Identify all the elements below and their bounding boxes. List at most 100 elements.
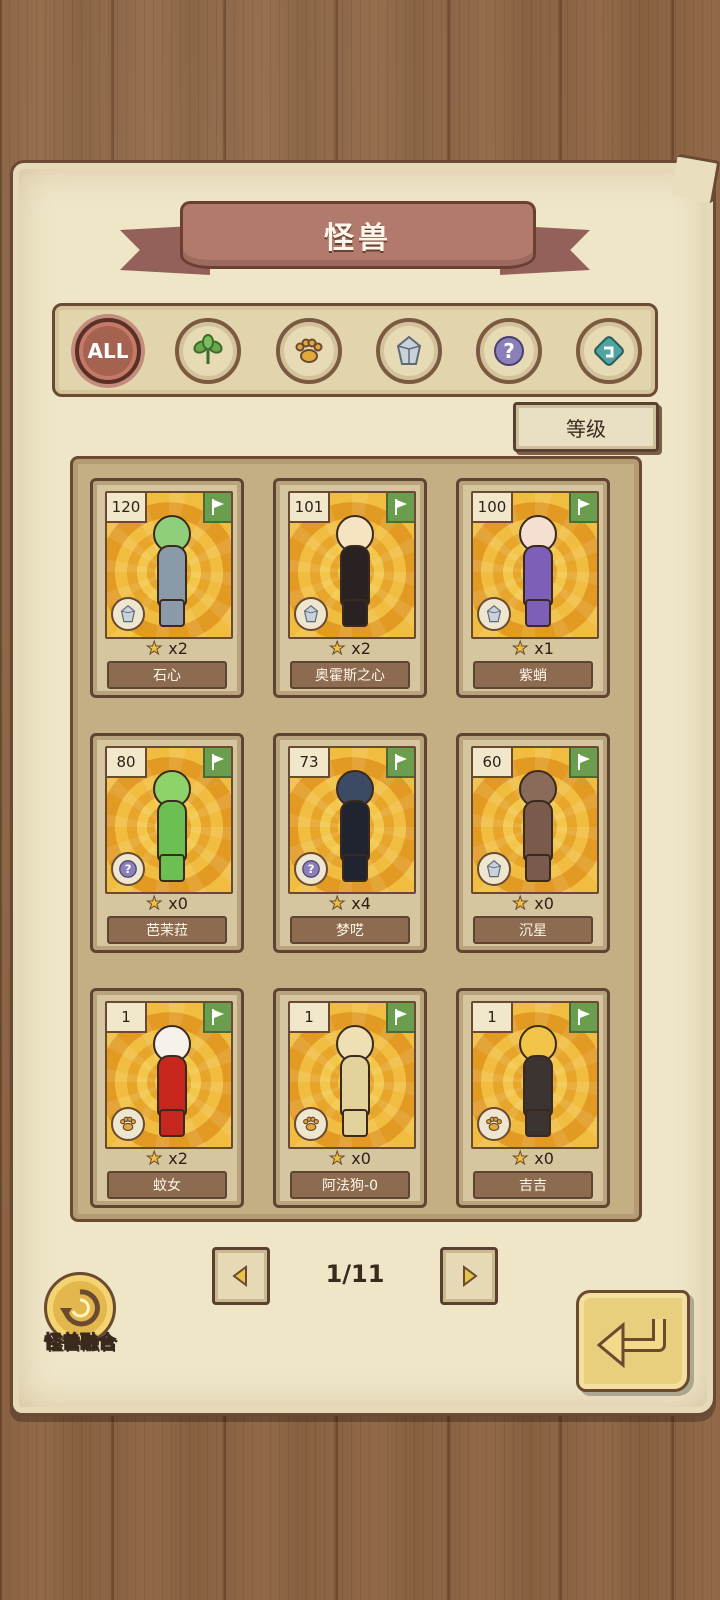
portrait-legs: [342, 599, 368, 627]
card-level: 101: [290, 493, 330, 523]
monster-card[interactable]: 1 ★ x0 阿法狗-0: [273, 988, 427, 1208]
portrait-legs: [159, 1109, 185, 1137]
monster-card[interactable]: 100 ★ x1 紫蛸: [456, 478, 610, 698]
card-art: 120: [105, 491, 233, 639]
arrow-left-icon: [232, 1265, 247, 1287]
filter-all-button[interactable]: ALL: [75, 318, 141, 384]
ribbon-banner: 怪兽: [180, 201, 536, 269]
card-count: x0: [351, 1148, 371, 1168]
monster-card[interactable]: 101 ★ x2 奥霍斯之心: [273, 478, 427, 698]
card-level: 80: [107, 748, 147, 778]
card-name: 奥霍斯之心: [290, 661, 410, 689]
question-icon: ?: [111, 852, 145, 886]
star-icon: ★: [512, 637, 529, 659]
paw-icon: [295, 338, 323, 363]
back-button[interactable]: [576, 1290, 690, 1392]
filter-unknown-button[interactable]: ?: [476, 318, 542, 384]
question-icon: ?: [494, 336, 524, 366]
card-name: 蚊女: [107, 1171, 227, 1199]
svg-text:?: ?: [308, 862, 315, 876]
filter-mech-button[interactable]: [576, 318, 642, 384]
flag-icon: [386, 493, 414, 523]
crystal-icon: [294, 597, 328, 631]
monster-portrait: [320, 515, 384, 627]
monster-portrait: [503, 515, 567, 627]
crystal-icon: [477, 597, 511, 631]
portrait-body: [523, 1055, 553, 1117]
portrait-body: [523, 545, 553, 607]
monster-portrait: [320, 1025, 384, 1137]
monster-card[interactable]: 73? ★ x4 梦呓: [273, 733, 427, 953]
filter-bar: ALL ?: [52, 303, 658, 397]
flag-icon: [569, 493, 597, 523]
card-stars: ★ x1: [459, 637, 607, 659]
monster-card[interactable]: 1 ★ x0 吉吉: [456, 988, 610, 1208]
card-stars: ★ x0: [276, 1147, 424, 1169]
star-icon: ★: [146, 637, 163, 659]
card-count: x2: [168, 1148, 188, 1168]
page-indicator: 1/11: [325, 1260, 385, 1288]
star-icon: ★: [512, 892, 529, 914]
card-art: 1: [105, 1001, 233, 1149]
monster-card[interactable]: 120 ★ x2 石心: [90, 478, 244, 698]
portrait-legs: [159, 599, 185, 627]
card-name: 吉吉: [473, 1171, 593, 1199]
card-level: 1: [473, 1003, 513, 1033]
sort-level-button[interactable]: 等级: [513, 402, 659, 452]
monster-card[interactable]: 80? ★ x0 芭茉菈: [90, 733, 244, 953]
title-ribbon: 怪兽: [120, 195, 590, 285]
card-name: 石心: [107, 661, 227, 689]
card-art: 1: [288, 1001, 416, 1149]
card-level: 1: [107, 1003, 147, 1033]
svg-text:?: ?: [125, 862, 132, 876]
monster-fusion-button[interactable]: 怪兽融合: [34, 1272, 126, 1356]
portrait-legs: [525, 1109, 551, 1137]
monster-card[interactable]: 60 ★ x0 沉星: [456, 733, 610, 953]
card-art: 73?: [288, 746, 416, 894]
card-stars: ★ x0: [93, 892, 241, 914]
crystal-icon: [111, 597, 145, 631]
card-level: 60: [473, 748, 513, 778]
portrait-legs: [525, 854, 551, 882]
paw-icon: [477, 1107, 511, 1141]
paw-icon: [111, 1107, 145, 1141]
filter-plant-button[interactable]: [175, 318, 241, 384]
monster-portrait: [503, 770, 567, 882]
card-count: x4: [351, 893, 371, 913]
all-icon: ALL: [87, 339, 129, 363]
portrait-body: [340, 800, 370, 862]
gear-icon: [594, 336, 624, 366]
crystal-icon: [477, 852, 511, 886]
filter-beast-button[interactable]: [276, 318, 342, 384]
arrow-right-icon: [463, 1265, 478, 1287]
monster-card[interactable]: 1 ★ x2 蚊女: [90, 988, 244, 1208]
card-art: 60: [471, 746, 599, 894]
card-stars: ★ x2: [93, 1147, 241, 1169]
flag-icon: [203, 493, 231, 523]
fusion-label: 怪兽融合: [44, 1332, 117, 1354]
question-icon: ?: [294, 852, 328, 886]
flag-icon: [203, 748, 231, 778]
card-stars: ★ x0: [459, 892, 607, 914]
prev-page-button[interactable]: [212, 1247, 270, 1305]
monster-portrait: [503, 1025, 567, 1137]
flag-icon: [386, 1003, 414, 1033]
portrait-body: [157, 800, 187, 862]
leaf-icon: [193, 334, 223, 364]
monster-portrait: [320, 770, 384, 882]
star-icon: ★: [329, 637, 346, 659]
card-count: x2: [351, 638, 371, 658]
card-count: x0: [168, 893, 188, 913]
card-art: 80?: [105, 746, 233, 894]
star-icon: ★: [329, 1147, 346, 1169]
card-name: 芭茉菈: [107, 916, 227, 944]
filter-mineral-button[interactable]: [376, 318, 442, 384]
card-count: x0: [534, 1148, 554, 1168]
return-arrow-icon: [596, 1319, 666, 1369]
portrait-body: [340, 1055, 370, 1117]
page-title: 怪兽: [324, 221, 392, 256]
portrait-body: [523, 800, 553, 862]
portrait-body: [157, 545, 187, 607]
next-page-button[interactable]: [440, 1247, 498, 1305]
portrait-legs: [342, 854, 368, 882]
